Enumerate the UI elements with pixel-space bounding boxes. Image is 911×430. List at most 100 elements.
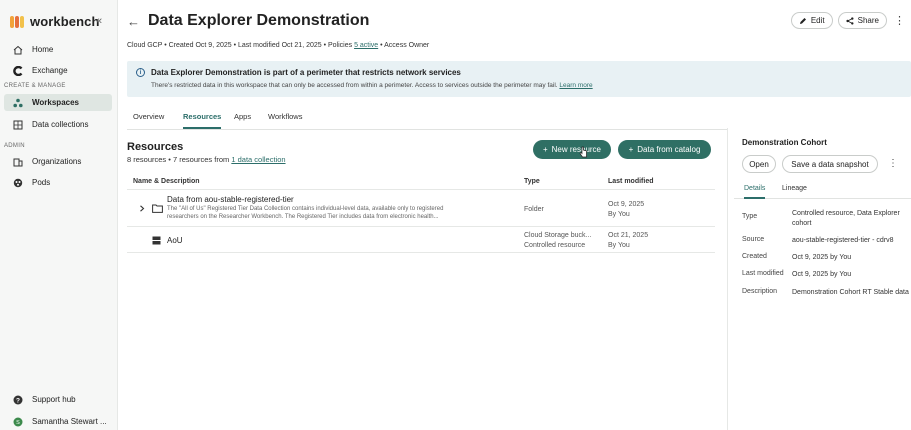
panel-title: Demonstration Cohort — [742, 138, 827, 147]
tab-details[interactable]: Details — [744, 185, 766, 199]
pods-icon — [12, 177, 23, 188]
banner-body: There's restricted data in this workspac… — [151, 82, 593, 89]
sidebar-item-label: Home — [32, 45, 54, 54]
resource-description: The "All of Us" Registered Tier Data Col… — [167, 206, 444, 212]
resource-details-panel: Demonstration Cohort Open Save a data sn… — [727, 128, 911, 430]
home-icon — [12, 44, 23, 55]
detail-key-created: Created — [742, 253, 767, 260]
brand[interactable]: workbench — [10, 14, 100, 29]
detail-key-source: Source — [742, 236, 765, 243]
meta-text: Cloud GCP • Created Oct 9, 2025 • Last m… — [127, 42, 355, 49]
plus-icon: + — [542, 145, 548, 154]
detail-value-type-cont: cohort — [792, 220, 812, 227]
banner-body-text: There's restricted data in this workspac… — [151, 82, 560, 89]
svg-text:?: ? — [16, 397, 20, 404]
table-header: Name & Description Type Last modified — [127, 174, 715, 190]
detail-key-description: Description — [742, 288, 778, 295]
detail-value-source: aou-stable-registered-tier - cdrv8 — [792, 237, 894, 244]
back-arrow-icon[interactable]: ← — [127, 14, 140, 29]
pencil-icon — [799, 17, 807, 25]
data-collection-link[interactable]: 1 data collection — [231, 155, 285, 164]
sidebar-item-label: Organizations — [32, 157, 82, 166]
resource-modified-by: By You — [608, 242, 630, 249]
sidebar-item-label: Samantha Stewart ... — [32, 417, 107, 426]
avatar: S — [12, 416, 23, 427]
column-header-last-modified[interactable]: Last modified — [608, 178, 654, 185]
edit-label: Edit — [810, 16, 825, 25]
resource-type: Folder — [524, 206, 544, 213]
resources-subtitle: 8 resources • 7 resources from 1 data co… — [127, 155, 286, 164]
meta-access: • Access Owner — [378, 42, 430, 49]
sidebar-item-label: Pods — [32, 178, 51, 187]
sidebar-item-user[interactable]: S Samantha Stewart ... — [4, 413, 112, 430]
sidebar-item-organizations[interactable]: Organizations — [4, 153, 112, 170]
more-options-icon[interactable]: ⋮ — [888, 158, 898, 169]
table-row[interactable]: Data from aou-stable-registered-tier The… — [127, 191, 715, 227]
resource-modified-date: Oct 9, 2025 — [608, 201, 645, 208]
help-icon: ? — [12, 394, 23, 405]
data-collections-icon — [12, 119, 23, 130]
new-resource-button[interactable]: + New resource — [533, 140, 611, 159]
tab-resources[interactable]: Resources — [183, 112, 222, 129]
mouse-cursor-icon — [579, 146, 588, 158]
plus-icon: + — [628, 145, 634, 154]
resource-name[interactable]: AoU — [167, 236, 183, 245]
banner-title: Data Explorer Demonstration is part of a… — [151, 68, 461, 77]
edit-button[interactable]: Edit — [790, 12, 833, 29]
resource-name[interactable]: Data from aou-stable-registered-tier — [167, 195, 294, 204]
resources-title: Resources — [127, 141, 184, 153]
open-button[interactable]: Open — [742, 155, 776, 173]
sidebar-item-workspaces[interactable]: Workspaces — [4, 94, 112, 111]
brand-name: workbench — [30, 14, 100, 29]
policies-link[interactable]: 5 active — [354, 42, 378, 49]
sidebar-item-pods[interactable]: Pods — [4, 174, 112, 191]
workspaces-icon — [12, 97, 23, 108]
sidebar-item-label: Workspaces — [32, 98, 79, 107]
share-button[interactable]: Share — [837, 12, 887, 29]
resource-type: Cloud Storage buck... — [524, 232, 592, 239]
chevron-right-icon[interactable] — [139, 205, 145, 212]
workspace-meta: Cloud GCP • Created Oct 9, 2025 • Last m… — [127, 42, 429, 49]
detail-value-description: Demonstration Cohort RT Stable data — [792, 289, 909, 296]
storage-bucket-icon — [152, 236, 161, 245]
tab-apps[interactable]: Apps — [234, 112, 251, 127]
data-from-catalog-button[interactable]: + Data from catalog — [618, 140, 711, 159]
save-data-snapshot-button[interactable]: Save a data snapshot — [782, 155, 878, 173]
detail-value-last-modified: Oct 9, 2025 by You — [792, 271, 852, 278]
sidebar-item-label: Exchange — [32, 66, 68, 75]
sidebar: workbench « Home Exchange CREATE & MANAG… — [0, 0, 118, 430]
workspace-tabs: Overview Resources Apps Workflows — [127, 110, 727, 130]
resources-count: 8 resources • 7 resources from — [127, 155, 232, 164]
sidebar-item-home[interactable]: Home — [4, 41, 112, 58]
resource-description: researchers on the Researcher Workbench.… — [167, 214, 439, 220]
section-label-create: CREATE & MANAGE — [4, 83, 66, 89]
section-label-admin: ADMIN — [4, 143, 25, 149]
detail-key-type: Type — [742, 213, 758, 220]
sidebar-item-label: Data collections — [32, 120, 89, 129]
folder-icon — [152, 204, 163, 213]
info-icon: i — [136, 68, 145, 77]
sidebar-item-support-hub[interactable]: ? Support hub — [4, 391, 112, 408]
sidebar-item-label: Support hub — [32, 395, 76, 404]
more-options-icon[interactable]: ⋮ — [892, 14, 907, 27]
organizations-icon — [12, 156, 23, 167]
collapse-sidebar-icon[interactable]: « — [96, 15, 102, 27]
column-header-type[interactable]: Type — [524, 178, 540, 185]
perimeter-banner: i Data Explorer Demonstration is part of… — [127, 61, 911, 97]
table-row[interactable]: AoU Cloud Storage buck... Controlled res… — [127, 228, 715, 253]
resource-type-detail: Controlled resource — [524, 242, 586, 249]
sidebar-item-exchange[interactable]: Exchange — [4, 62, 112, 79]
detail-value-created: Oct 9, 2025 by You — [792, 254, 852, 261]
column-header-name[interactable]: Name & Description — [133, 178, 200, 185]
detail-value-type: Controlled resource, Data Explorer — [792, 210, 900, 217]
tab-lineage[interactable]: Lineage — [782, 185, 807, 197]
sidebar-item-data-collections[interactable]: Data collections — [4, 116, 112, 133]
page-header: ← Data Explorer Demonstration — [127, 12, 369, 30]
exchange-icon — [12, 65, 23, 76]
tab-workflows[interactable]: Workflows — [268, 112, 302, 127]
avatar-initial: S — [16, 420, 20, 426]
header-actions: Edit Share ⋮ — [790, 12, 907, 29]
learn-more-link[interactable]: Learn more — [559, 82, 592, 89]
page-title: Data Explorer Demonstration — [148, 12, 370, 29]
tab-overview[interactable]: Overview — [133, 112, 164, 127]
